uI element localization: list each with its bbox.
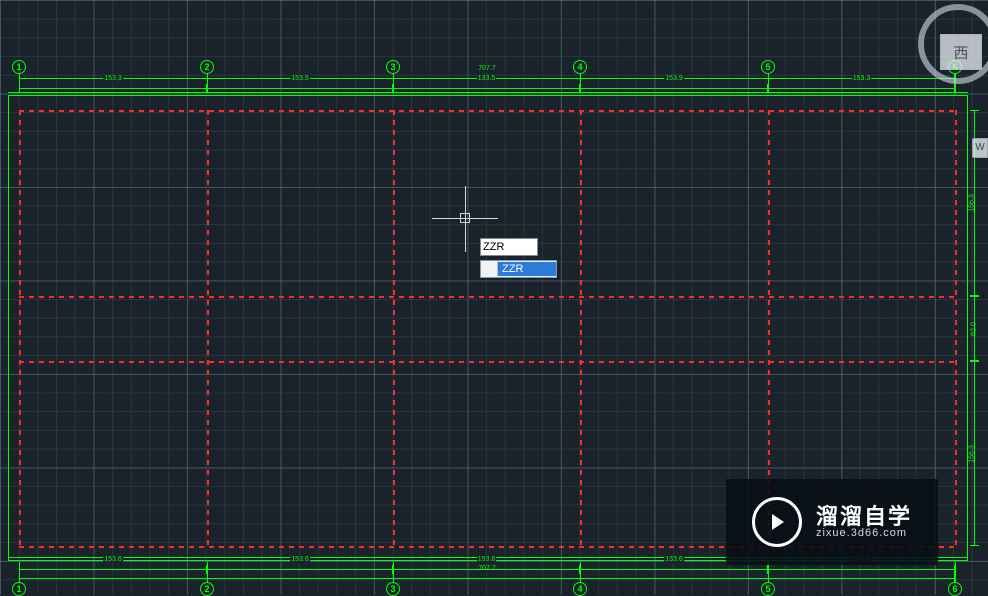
grid-bubble-bottom: 2 [200,582,214,596]
dimension-segment: 153.6 [393,565,580,574]
command-suggestion[interactable]: ZZR [480,260,557,278]
red-grid-vertical [19,110,21,546]
watermark-url: zixue.3d66.com [816,528,912,540]
dimension-segment: 153.6 [19,565,207,574]
grid-bubble-top: 3 [386,60,400,74]
dimension-value: 153.9 [664,75,684,82]
viewcube-face[interactable]: 西 [940,34,982,70]
dimension-segment: 153.9 [580,84,768,93]
dimension-value: 153.6 [477,556,497,563]
dimension-segment: 153.5 [207,84,393,93]
command-entry[interactable] [480,238,538,256]
viewcube[interactable]: 西 [918,4,988,84]
watermark-title: 溜溜自学 [816,505,912,528]
dimension-value: 153.5 [290,75,310,82]
dimension-segment: 133.5 [393,84,580,93]
grid-bubble-top: 2 [200,60,214,74]
grid-bubble-bottom: 5 [761,582,775,596]
dimension-value: 62.0 [971,322,978,336]
dimension-value: 153.3 [852,75,872,82]
red-grid-vertical [393,110,395,546]
dimension-value: 153.3 [103,75,123,82]
grid-tick [955,562,956,582]
dimension-value: 156.3 [969,445,976,463]
grid-bubble-bottom: 3 [386,582,400,596]
red-grid-vertical [580,110,582,546]
cad-canvas[interactable]: 112233445566 707.7707.7153.3153.5133.515… [0,0,988,595]
overall-dimension: 707.7 [19,574,955,583]
command-suggestion-icon [481,261,498,277]
red-grid-horizontal [19,110,955,112]
dimension-value: 156.3 [969,194,976,212]
dimension-value: 153.6 [290,556,310,563]
grid-bubble-top: 4 [573,60,587,74]
red-grid-horizontal [19,296,955,298]
dimension-segment: 153.3 [19,84,207,93]
grid-bubble-bottom: 6 [948,582,962,596]
frame-left-line [8,95,9,560]
dimension-value: 153.6 [103,556,123,563]
dimension-segment: 153.6 [207,565,393,574]
dimension-segment: 153.6 [768,565,955,574]
red-grid-horizontal [19,361,955,363]
red-grid-vertical [207,110,209,546]
dimension-value: 133.5 [477,75,497,82]
grid-bubble-bottom: 4 [573,582,587,596]
dimension-segment: 153.3 [768,84,955,93]
frame-top-line [8,95,968,96]
frame-right-line [967,95,968,560]
play-icon [752,497,802,547]
vertical-dimension: 156.3 [970,361,979,546]
dimension-value: 707.7 [477,65,497,72]
grid-bubble-top: 5 [761,60,775,74]
red-grid-vertical [955,110,957,546]
watermark: 溜溜自学 zixue.3d66.com [726,479,938,565]
wcs-badge[interactable]: W [972,138,988,158]
dimension-segment: 133.6 [580,565,768,574]
grid-bubble-bottom: 1 [12,582,26,596]
dimension-value: 133.6 [664,556,684,563]
grid-bubble-top: 1 [12,60,26,74]
vertical-dimension: 62.0 [970,296,979,361]
dynamic-command-input[interactable]: ZZR [480,238,557,278]
command-suggestion-label: ZZR [498,262,556,276]
